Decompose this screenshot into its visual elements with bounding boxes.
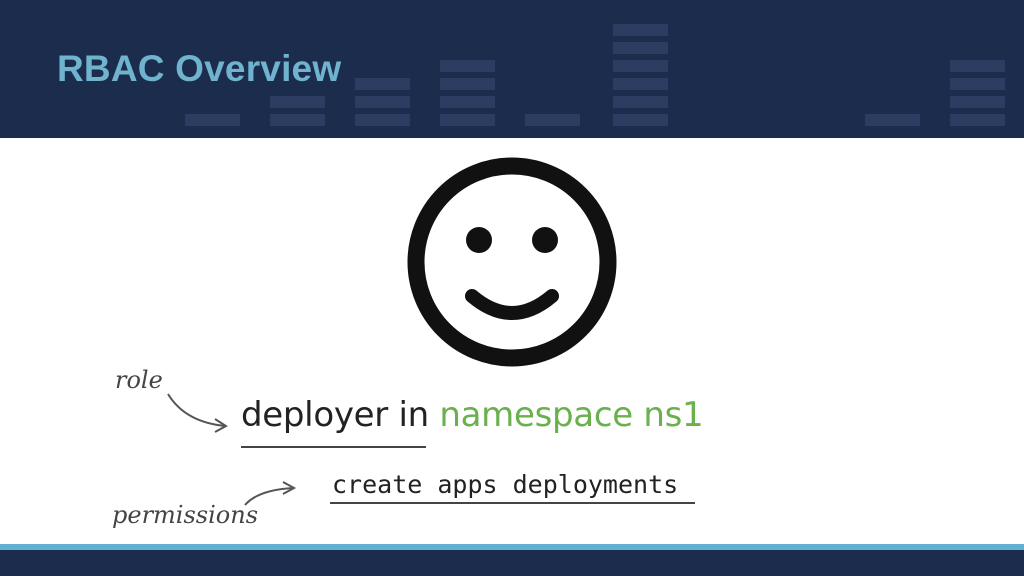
slide-footer: [0, 550, 1024, 576]
annotation-arrows: [167, 393, 297, 506]
role-arrow-icon: [167, 393, 226, 427]
permissions-arrow-icon: [244, 487, 294, 506]
